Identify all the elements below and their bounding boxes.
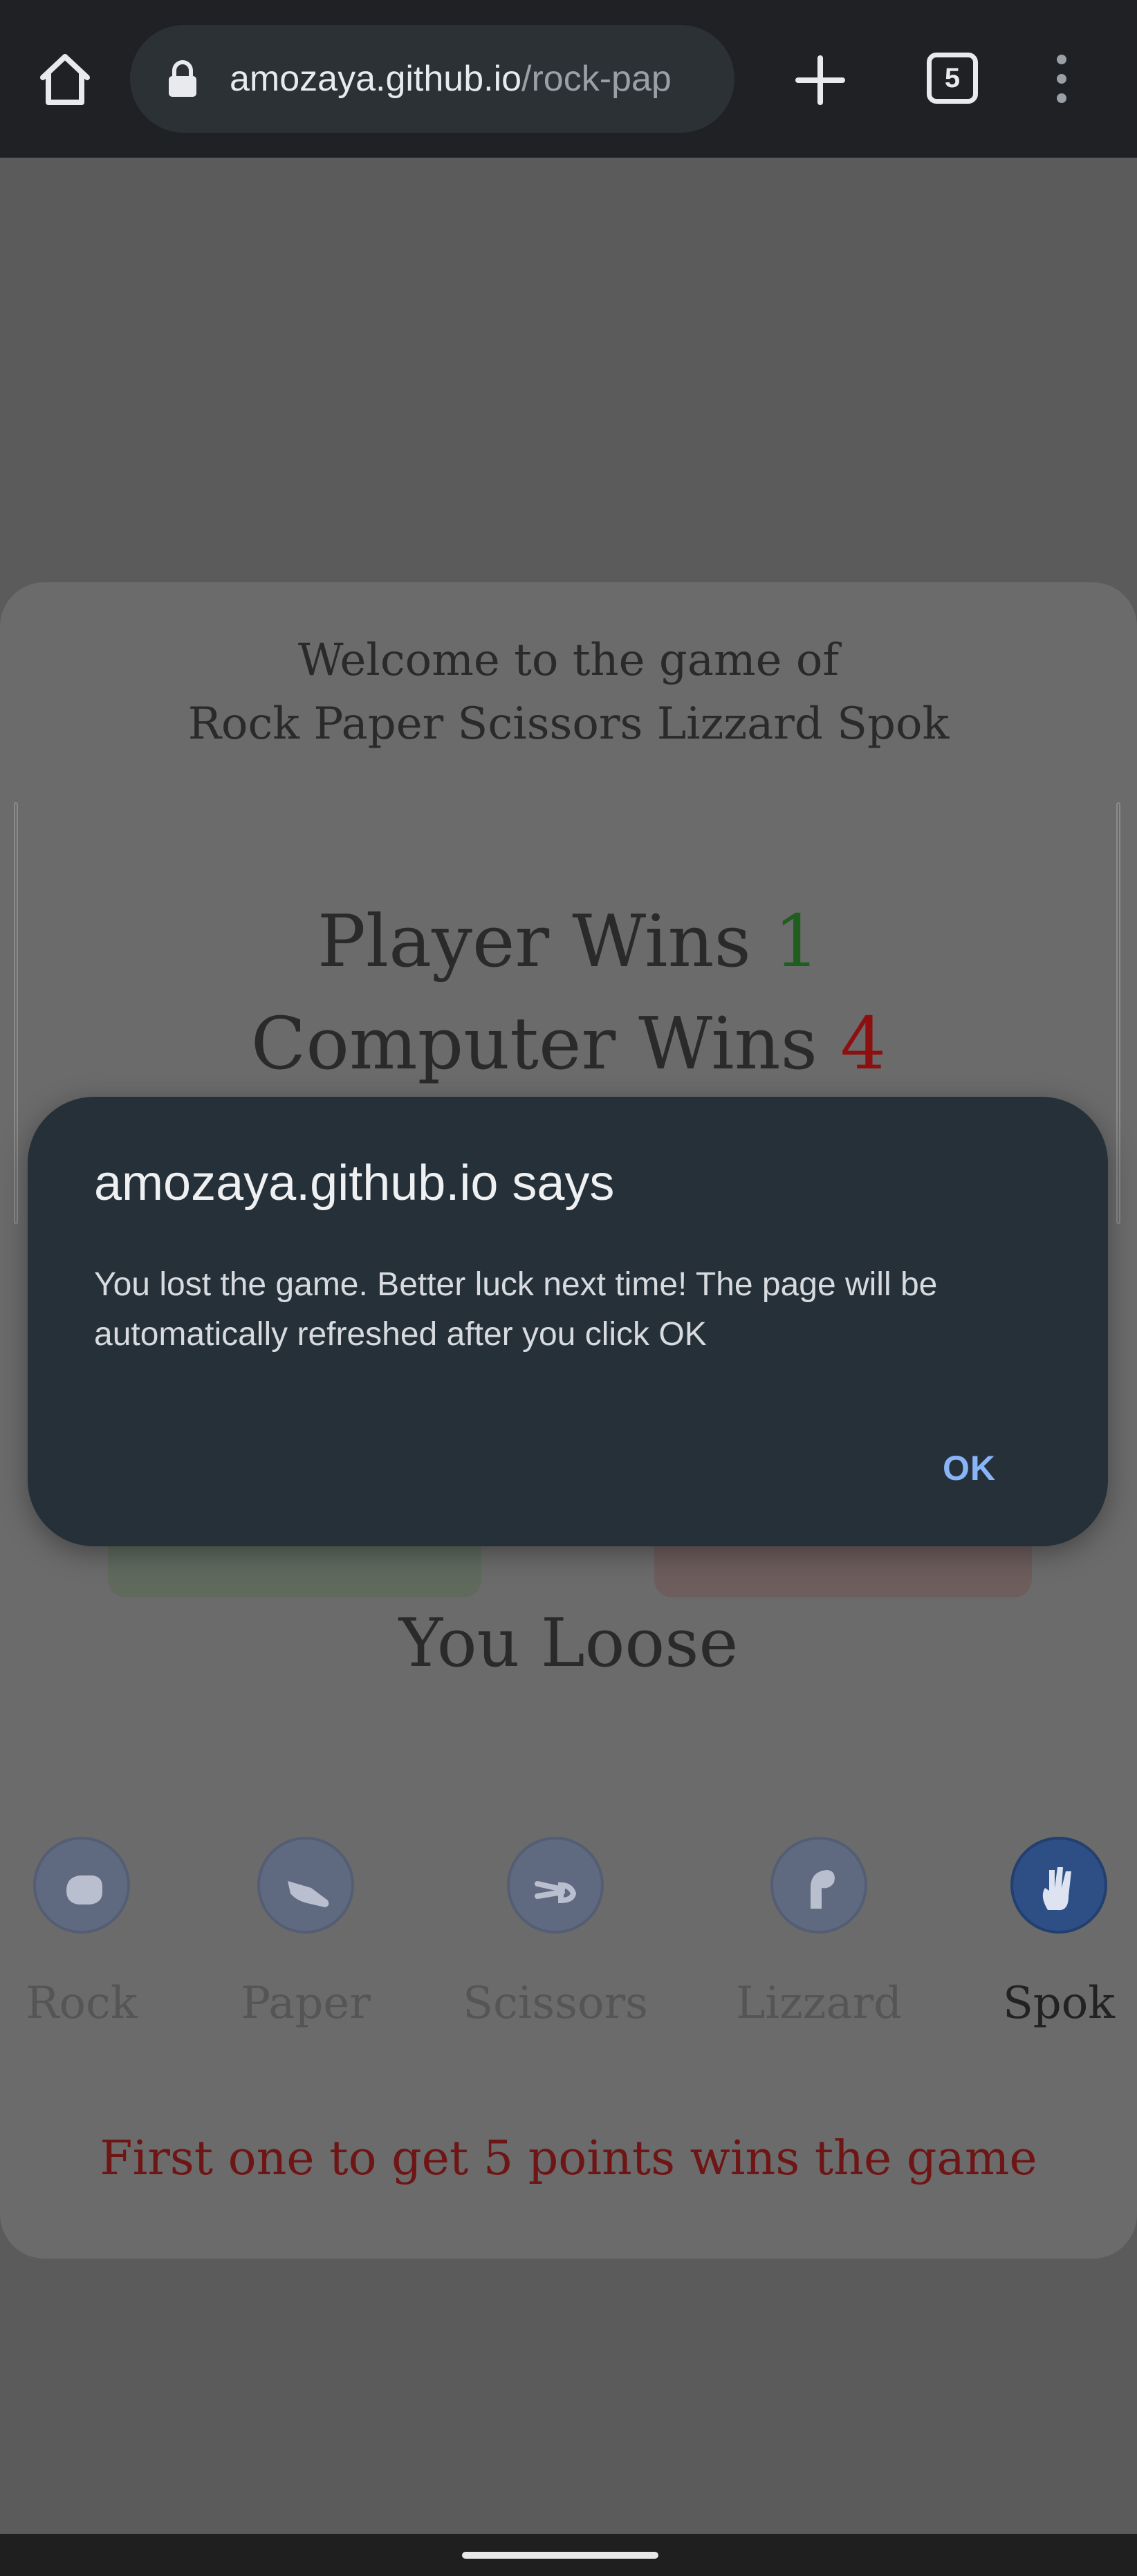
computer-score-line: Computer Wins 4 — [0, 1001, 1137, 1086]
gesture-handle[interactable] — [462, 2552, 658, 2559]
url-text: amozaya.github.io/rock-pap — [230, 25, 672, 133]
player-score: 1 — [773, 899, 820, 983]
computer-score: 4 — [840, 1001, 887, 1086]
choice-label-scissors[interactable]: Scissors — [452, 1978, 659, 2029]
rock-glyph — [66, 1875, 102, 1905]
choice-label-paper[interactable]: Paper — [202, 1978, 409, 2029]
home-icon[interactable] — [35, 48, 95, 109]
alert-dialog: amozaya.github.io says You lost the game… — [28, 1097, 1108, 1546]
choice-label-rock[interactable]: Rock — [0, 1978, 185, 2029]
lizard-hand-icon[interactable] — [770, 1837, 867, 1934]
screen: amozaya.github.io/rock-pap 5 Welcome to … — [0, 0, 1137, 2576]
dialog-message: You lost the game. Better luck next time… — [94, 1266, 938, 1353]
welcome-line-1: Welcome to the game of — [297, 635, 840, 686]
choice-label-lizzard[interactable]: Lizzard — [715, 1978, 923, 2029]
round-result: You Loose — [398, 1604, 739, 1682]
rules-text: First one to get 5 points wins the game — [100, 2131, 1037, 2186]
rock-hand-icon[interactable] — [33, 1837, 130, 1934]
browser-toolbar: amozaya.github.io/rock-pap 5 — [0, 0, 1137, 158]
spock-hand-icon[interactable] — [1010, 1837, 1107, 1934]
address-bar[interactable]: amozaya.github.io/rock-pap — [130, 25, 734, 133]
welcome-line-2: Rock Paper Scissors Lizzard Spok — [187, 698, 950, 750]
system-nav-bar — [0, 2534, 1137, 2576]
paper-hand-icon[interactable] — [257, 1837, 354, 1934]
spock-glyph — [1042, 1867, 1071, 1911]
lock-icon — [169, 60, 196, 97]
scissors-glyph — [535, 1881, 577, 1904]
player-score-line: Player Wins 1 — [0, 899, 1137, 983]
url-host: amozaya.github.io — [230, 59, 522, 99]
dialog-title: amozaya.github.io says — [94, 1156, 615, 1211]
lizard-glyph — [811, 1870, 835, 1909]
url-path: /rock-pap — [521, 59, 672, 99]
computer-wins-label: Computer Wins — [250, 1001, 817, 1086]
paper-glyph — [288, 1881, 329, 1907]
player-wins-label: Player Wins — [317, 899, 751, 983]
more-vert-icon[interactable] — [1048, 53, 1075, 105]
scissors-hand-icon[interactable] — [507, 1837, 604, 1934]
choice-label-spok[interactable]: Spok — [955, 1978, 1137, 2029]
ok-button[interactable]: OK — [943, 1448, 996, 1488]
plus-icon[interactable] — [791, 51, 849, 109]
tab-switcher-button[interactable]: 5 — [927, 53, 978, 104]
